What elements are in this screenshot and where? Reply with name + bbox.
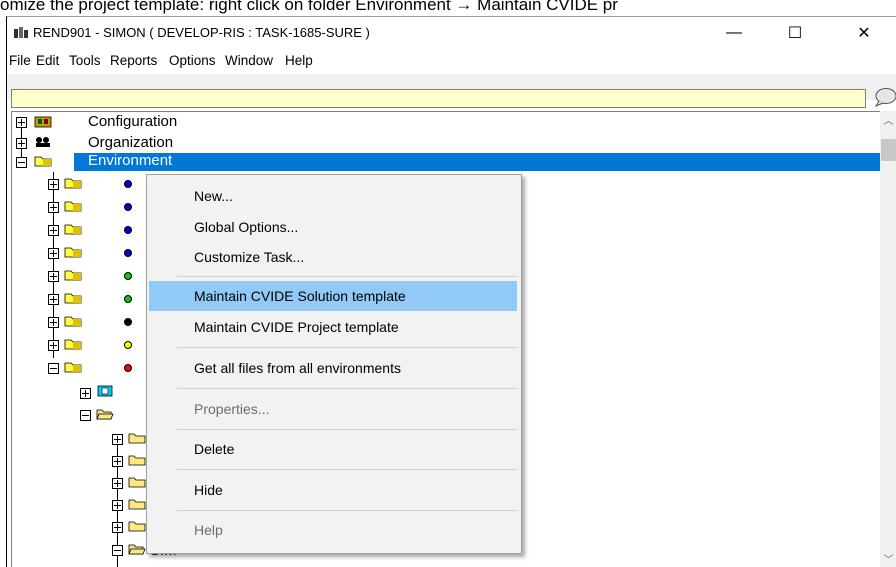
status-dot	[124, 295, 132, 303]
status-dot	[124, 364, 132, 372]
menu-window[interactable]: Window	[225, 53, 273, 68]
folder-icon	[128, 477, 146, 488]
environment-folder-icon	[64, 316, 82, 327]
selected-row-highlight	[74, 153, 882, 171]
menu-separator	[177, 510, 517, 511]
command-input[interactable]	[11, 89, 866, 108]
environment-folder-icon	[64, 201, 82, 212]
folder-icon	[128, 521, 146, 532]
expand-toggle[interactable]	[16, 117, 27, 128]
status-dot	[124, 249, 132, 257]
title-bar: REND901 - SIMON ( DEVELOP-RIS : TASK-168…	[7, 17, 896, 49]
package-icon	[97, 385, 113, 397]
expand-toggle[interactable]	[48, 271, 59, 282]
maximize-button[interactable]: ☐	[772, 17, 818, 49]
scroll-down-arrow-icon[interactable]: ﹀	[880, 550, 896, 567]
expand-toggle[interactable]	[112, 522, 123, 533]
menu-reports[interactable]: Reports	[110, 53, 157, 68]
minimize-button[interactable]: —	[711, 17, 757, 49]
context-menu: New... Global Options... Customize Task.…	[146, 174, 522, 554]
menu-item-get-all-files[interactable]: Get all files from all environments	[149, 353, 517, 383]
collapse-toggle[interactable]	[80, 410, 91, 421]
expand-toggle[interactable]	[80, 388, 91, 399]
environment-folder-icon	[64, 293, 82, 304]
expand-toggle[interactable]	[48, 179, 59, 190]
menu-help[interactable]: Help	[285, 53, 313, 68]
menu-options[interactable]: Options	[169, 53, 216, 68]
tree-node-configuration[interactable]: Configuration	[88, 113, 177, 130]
scroll-up-arrow-icon[interactable]: ︿	[880, 111, 896, 128]
environment-folder-icon	[64, 178, 82, 189]
expand-toggle[interactable]	[112, 478, 123, 489]
environment-folder-icon	[34, 156, 52, 167]
folder-icon	[128, 455, 146, 466]
menu-edit[interactable]: Edit	[36, 53, 59, 68]
status-dot	[124, 272, 132, 280]
menu-item-customize-task[interactable]: Customize Task...	[149, 242, 517, 272]
vertical-scrollbar[interactable]: ︿ ﹀	[880, 111, 896, 567]
menu-tools[interactable]: Tools	[69, 53, 101, 68]
expand-toggle[interactable]	[48, 248, 59, 259]
menu-bar: File Edit Tools Reports Options Window H…	[7, 49, 896, 73]
status-dot	[124, 341, 132, 349]
menu-separator	[177, 388, 517, 389]
collapse-toggle[interactable]	[16, 157, 27, 168]
scroll-thumb[interactable]	[881, 139, 896, 161]
folder-open-icon	[96, 409, 114, 420]
chat-bubble-icon[interactable]	[873, 87, 896, 107]
menu-separator	[177, 276, 517, 277]
menu-item-new[interactable]: New...	[149, 181, 517, 211]
folder-icon	[128, 499, 146, 510]
expand-toggle[interactable]	[112, 500, 123, 511]
menu-item-global-options[interactable]: Global Options...	[149, 212, 517, 242]
expand-toggle[interactable]	[48, 294, 59, 305]
expand-toggle[interactable]	[112, 456, 123, 467]
expand-toggle[interactable]	[16, 138, 27, 149]
status-dot	[124, 180, 132, 188]
status-dot	[124, 318, 132, 326]
menu-item-properties: Properties...	[194, 401, 270, 417]
expand-toggle[interactable]	[48, 340, 59, 351]
environment-folder-icon	[64, 362, 82, 373]
document-caption: omize the project template: right click …	[0, 0, 618, 14]
status-dot	[124, 203, 132, 211]
organization-icon	[36, 137, 50, 147]
tree-node-organization[interactable]: Organization	[88, 134, 173, 151]
status-dot	[124, 226, 132, 234]
app-icon	[14, 27, 28, 38]
menu-separator	[177, 429, 517, 430]
environment-folder-icon	[64, 224, 82, 235]
menu-item-help: Help	[194, 522, 223, 538]
menu-separator	[177, 347, 517, 348]
expand-toggle[interactable]	[112, 434, 123, 445]
menu-separator	[177, 469, 517, 470]
tree-connector	[53, 172, 54, 358]
window-title: REND901 - SIMON ( DEVELOP-RIS : TASK-168…	[33, 25, 370, 40]
menu-item-delete[interactable]: Delete	[149, 434, 517, 464]
folder-open-icon	[128, 544, 146, 555]
menu-item-maintain-project-template[interactable]: Maintain CVIDE Project template	[149, 312, 517, 342]
environment-folder-icon	[64, 247, 82, 258]
collapse-toggle[interactable]	[112, 545, 123, 556]
expand-toggle[interactable]	[48, 202, 59, 213]
environment-folder-icon	[64, 339, 82, 350]
menu-item-maintain-solution-template[interactable]: Maintain CVIDE Solution template	[149, 281, 517, 311]
menu-item-hide[interactable]: Hide	[149, 475, 517, 505]
menu-file[interactable]: File	[9, 53, 31, 68]
collapse-toggle[interactable]	[48, 363, 59, 374]
close-button[interactable]: ✕	[841, 17, 887, 49]
tree-node-environment[interactable]: Environment	[88, 152, 172, 169]
folder-icon	[128, 433, 146, 444]
expand-toggle[interactable]	[48, 225, 59, 236]
environment-folder-icon	[64, 270, 82, 281]
expand-toggle[interactable]	[48, 317, 59, 328]
configuration-icon	[34, 116, 52, 128]
